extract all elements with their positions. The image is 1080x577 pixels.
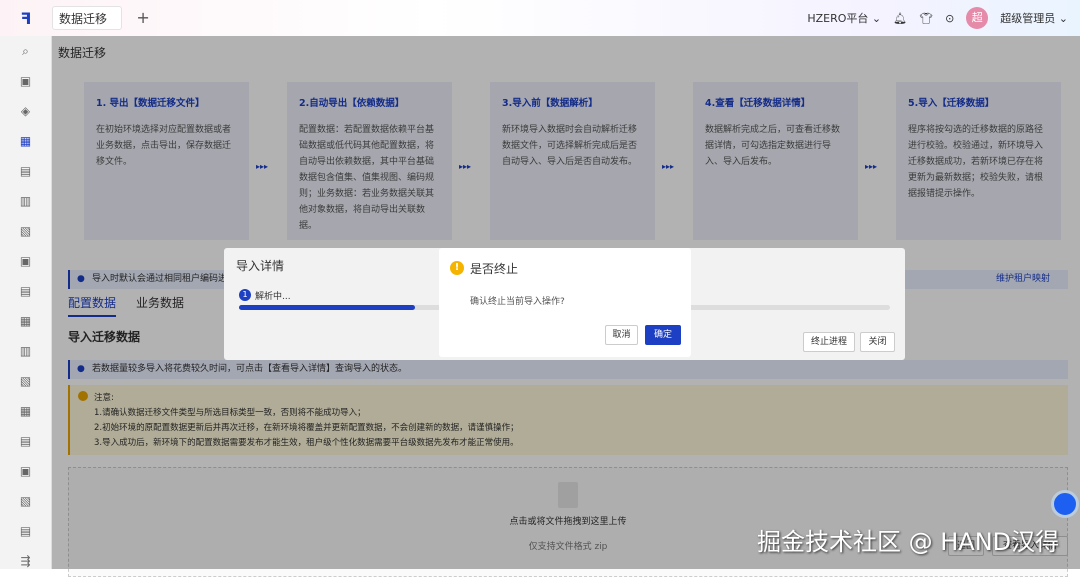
sidebar-menu-icon[interactable]: ▦ [0, 396, 51, 426]
user-menu[interactable]: 超级管理员 ⌄ [1000, 10, 1068, 26]
sidebar-menu-icon[interactable]: ▣ [0, 456, 51, 486]
sidebar-menu-icon[interactable]: ▧ [0, 216, 51, 246]
watermark: 掘金技术社区 @ HAND汉得 [757, 528, 1060, 556]
close-button[interactable]: 关闭 [860, 332, 895, 352]
shirt-icon[interactable]: 👕︎ [919, 12, 933, 25]
sidebar-menu-icon[interactable]: ▦ [0, 306, 51, 336]
sidebar-menu-icon[interactable]: ⌕ [0, 36, 51, 66]
confirm-title: 是否终止 [470, 262, 519, 276]
status-text: 解析中... [255, 292, 291, 302]
avatar[interactable]: 超 [966, 7, 989, 29]
sidebar-menu-icon[interactable]: ▤ [0, 156, 51, 186]
top-bar: ꟻ 数据迁移 + HZERO平台 ⌄ 🔔︎ 👕︎ ⊙ 超 超级管理员 ⌄ [0, 0, 1080, 36]
sidebar-menu-icon[interactable]: ▣ [0, 246, 51, 276]
sidebar-menu-icon[interactable]: ▦ [0, 126, 51, 156]
platform-dropdown[interactable]: HZERO平台 ⌄ [807, 10, 881, 26]
sidebar-menu-icon[interactable]: ⇶ [0, 546, 51, 576]
step-number: 1 [239, 289, 251, 301]
cancel-button[interactable]: 取消 [605, 325, 638, 345]
sidebar-menu-icon[interactable]: ▤ [0, 276, 51, 306]
sidebar-menu-icon[interactable]: ▤ [0, 426, 51, 456]
ok-button[interactable]: 确定 [645, 325, 681, 345]
confirm-message: 确认终止当前导入操作? [470, 297, 565, 307]
sidebar-menu-icon[interactable]: ▥ [0, 336, 51, 366]
play-icon[interactable]: ⊙ [945, 12, 954, 25]
sidebar-menu-icon[interactable]: ▧ [0, 486, 51, 516]
add-tab-button[interactable]: + [132, 7, 154, 29]
logo: ꟻ [20, 8, 32, 28]
sidebar-menu-icon[interactable]: ▧ [0, 366, 51, 396]
sidebar-menu-icon[interactable]: ◈ [0, 96, 51, 126]
sidebar: ⌕ ▣ ◈ ▦ ▤ ▥ ▧ ▣ ▤ ▦ ▥ ▧ ▦ ▤ ▣ ▧ ▤ ⇶ [0, 36, 52, 569]
progress-fill [239, 305, 415, 310]
sidebar-menu-icon[interactable]: ▥ [0, 186, 51, 216]
confirm-dialog: ! 是否终止 确认终止当前导入操作? 取消 确定 [439, 248, 691, 357]
assistant-fab-icon[interactable] [1051, 490, 1079, 518]
modal-title: 导入详情 [236, 259, 285, 273]
terminate-button[interactable]: 终止进程 [803, 332, 855, 352]
bell-icon[interactable]: 🔔︎ [893, 12, 907, 25]
sidebar-menu-icon[interactable]: ▣ [0, 66, 51, 96]
sidebar-menu-icon[interactable]: ▤ [0, 516, 51, 546]
tab-data-migration[interactable]: 数据迁移 [52, 6, 123, 30]
warning-icon: ! [450, 261, 464, 275]
